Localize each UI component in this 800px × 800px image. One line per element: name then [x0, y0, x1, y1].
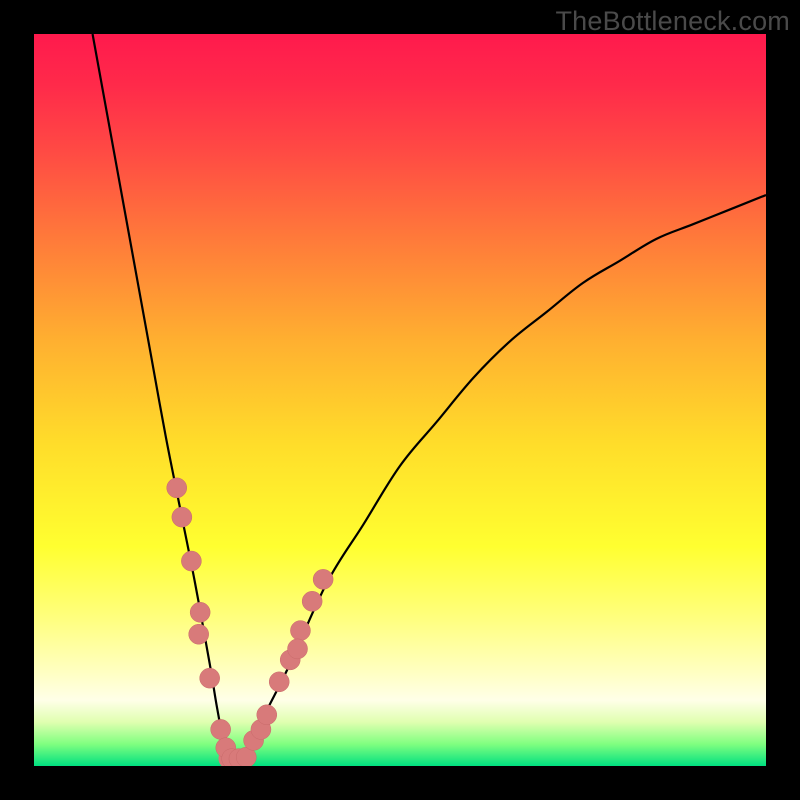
data-marker [290, 621, 310, 641]
watermark-text: TheBottleneck.com [555, 6, 790, 37]
curve-right-branch [232, 195, 766, 762]
data-marker [288, 639, 308, 659]
data-marker [257, 705, 277, 725]
chart-svg [34, 34, 766, 766]
curve-left-branch [93, 34, 232, 762]
data-marker [200, 668, 220, 688]
data-marker [211, 719, 231, 739]
data-marker [269, 672, 289, 692]
data-marker [190, 602, 210, 622]
curve-group [93, 34, 766, 762]
outer-frame: TheBottleneck.com [0, 0, 800, 800]
plot-area [34, 34, 766, 766]
data-marker [172, 507, 192, 527]
data-marker [181, 551, 201, 571]
data-marker [189, 624, 209, 644]
data-marker [302, 591, 322, 611]
data-marker [313, 569, 333, 589]
data-marker [167, 478, 187, 498]
